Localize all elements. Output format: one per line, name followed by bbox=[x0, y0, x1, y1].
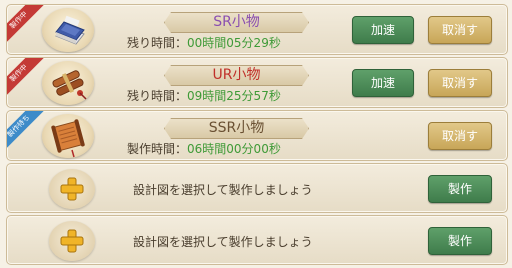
craft-slot-4: 設計図を選択して製作しましょう 製作 bbox=[6, 163, 508, 213]
status-ribbon: 製作待ち bbox=[7, 111, 47, 154]
timer-label: 残り時間： bbox=[127, 36, 188, 50]
accelerate-button[interactable]: 加速 bbox=[352, 16, 414, 44]
plus-icon bbox=[60, 177, 84, 201]
craft-slot-5: 設計図を選択して製作しましょう 製作 bbox=[6, 215, 508, 265]
timer-value: 00時間05分29秒 bbox=[187, 36, 281, 50]
craft-slot-1: 製作中 SR小物 残り時間：00時間05分29秒 加速 取消す bbox=[6, 4, 508, 55]
item-icon-frame bbox=[42, 8, 94, 52]
cancel-button[interactable]: 取消す bbox=[428, 122, 492, 150]
scroll-bundle-icon bbox=[52, 70, 87, 100]
remaining-time: 残り時間：00時間05分29秒 bbox=[127, 34, 281, 51]
timer-value: 06時間00分00秒 bbox=[187, 142, 281, 156]
add-blueprint-slot[interactable] bbox=[49, 169, 95, 209]
item-name: SR小物 bbox=[164, 12, 309, 33]
item-name: SSR小物 bbox=[164, 118, 309, 139]
craft-slot-2: 製作中 UR小物 残り時間：09時間25分57秒 加速 取消す bbox=[6, 57, 508, 108]
remaining-time: 残り時間：09時間25分57秒 bbox=[127, 87, 281, 104]
cancel-button[interactable]: 取消す bbox=[428, 69, 492, 97]
timer-value: 09時間25分57秒 bbox=[187, 89, 281, 103]
craft-button[interactable]: 製作 bbox=[428, 227, 492, 255]
status-ribbon: 製作中 bbox=[7, 5, 47, 48]
open-scroll-icon bbox=[51, 119, 85, 158]
empty-slot-prompt: 設計図を選択して製作しましょう bbox=[133, 183, 313, 197]
status-ribbon: 製作中 bbox=[7, 58, 47, 101]
empty-slot-prompt: 設計図を選択して製作しましょう bbox=[133, 235, 313, 249]
blue-book-icon bbox=[55, 15, 85, 45]
timer-label: 製作時間： bbox=[127, 142, 188, 156]
accelerate-button[interactable]: 加速 bbox=[352, 69, 414, 97]
add-blueprint-slot[interactable] bbox=[49, 221, 95, 261]
timer-label: 残り時間： bbox=[127, 89, 188, 103]
craft-time: 製作時間：06時間00分00秒 bbox=[127, 140, 281, 157]
item-name: UR小物 bbox=[164, 65, 309, 86]
craft-button[interactable]: 製作 bbox=[428, 175, 492, 203]
crafting-queue-panel: 製作中 SR小物 残り時間：00時間05分29秒 加速 取消す 製作中 UR小物… bbox=[0, 0, 512, 268]
item-icon-frame bbox=[42, 61, 94, 105]
cancel-button[interactable]: 取消す bbox=[428, 16, 492, 44]
craft-slot-3: 製作待ち SSR小物 製作時間：06時間00分00秒 取消す bbox=[6, 110, 508, 161]
plus-icon bbox=[60, 229, 84, 253]
item-icon-frame bbox=[42, 114, 94, 158]
